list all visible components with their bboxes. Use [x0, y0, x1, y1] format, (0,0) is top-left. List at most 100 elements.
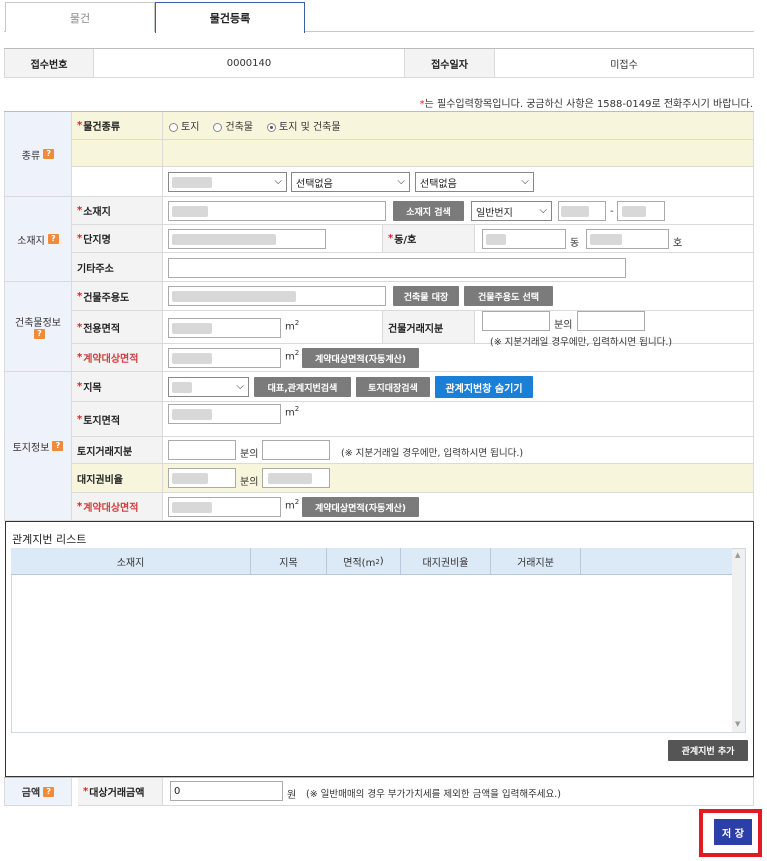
- section-type: 종류?: [4, 112, 72, 197]
- land-auto-calc-button[interactable]: 계약대상면적(자동계산): [302, 497, 419, 517]
- bldg-share-label: 건물거래지분: [383, 311, 475, 344]
- col-share: 거래지분: [491, 548, 581, 575]
- radio-icon: [213, 122, 223, 132]
- amount-unit: 원: [287, 790, 297, 801]
- land-ledger-search-button[interactable]: 토지대장검색: [356, 377, 430, 397]
- hide-related-lot-button[interactable]: 관계지번창 숨기기: [435, 376, 533, 398]
- radio-land[interactable]: 토지: [169, 118, 199, 133]
- bldg-contract-area-input[interactable]: [168, 348, 281, 368]
- bldg-use-select-button[interactable]: 건물주용도 선택: [464, 286, 553, 306]
- receipt-date-label: 접수일자: [405, 49, 495, 78]
- col-area: 면적(m 2): [327, 548, 401, 575]
- lot-main-input[interactable]: [558, 201, 606, 221]
- ho-input[interactable]: [586, 229, 669, 249]
- chevron-down-icon: ⌵: [274, 176, 282, 187]
- type-spacer: [163, 140, 754, 167]
- land-area-input[interactable]: [168, 404, 281, 424]
- help-icon[interactable]: ?: [52, 441, 64, 451]
- lot-type-select[interactable]: 일반번지 ⌵: [471, 201, 552, 221]
- scroll-up-icon[interactable]: ▲: [735, 551, 740, 559]
- type-label: 물건종류: [72, 112, 163, 140]
- bldg-contract-area-unit: m2: [285, 349, 300, 363]
- lot-sub-input[interactable]: [617, 201, 665, 221]
- lot-dash: -: [610, 206, 614, 217]
- tab-goods[interactable]: 물건: [5, 2, 155, 32]
- land-ratio-sep: 분의: [240, 477, 259, 488]
- section-land: 토지정보?: [4, 372, 72, 521]
- complex-input[interactable]: [168, 229, 326, 249]
- col-address: 소재지: [11, 548, 251, 575]
- tab-goods-register[interactable]: 물건등록: [155, 2, 305, 33]
- related-lot-table[interactable]: [11, 548, 746, 733]
- land-share-num-input[interactable]: [262, 440, 330, 460]
- amount-note: (※ 일반매매의 경우 부가가치세를 제외한 금액을 입력해주세요.): [306, 789, 562, 800]
- section-amount: 금액?: [4, 778, 72, 806]
- section-building: 건축물정보?: [4, 282, 72, 372]
- excl-area-label: 전용면적: [72, 311, 163, 344]
- addr-search-button[interactable]: 소재지 검색: [393, 201, 464, 221]
- land-area-unit: m2: [285, 405, 300, 419]
- help-icon[interactable]: ?: [34, 329, 45, 339]
- radio-building[interactable]: 건축물: [213, 118, 253, 133]
- land-ratio-num-input[interactable]: [262, 468, 330, 488]
- col-jimok: 지목: [251, 548, 327, 575]
- help-icon[interactable]: ?: [43, 149, 55, 159]
- amount-input[interactable]: 0: [170, 781, 283, 801]
- land-share-label: 토지거래지분: [72, 437, 163, 464]
- chevron-down-icon: ⌵: [521, 176, 529, 187]
- radio-land-and-building[interactable]: 토지 및 건축물: [267, 118, 341, 133]
- land-contract-area-unit: m2: [285, 498, 300, 512]
- bldg-ledger-button[interactable]: 건축물 대장: [393, 286, 459, 306]
- scroll-down-icon[interactable]: ▼: [735, 720, 740, 728]
- save-button[interactable]: 저 장: [714, 819, 752, 845]
- related-lot-title: 관계지번 리스트: [12, 533, 87, 546]
- related-lot-header: 소재지 지목 면적(m 2) 대지권비율 거래지분: [11, 548, 732, 575]
- land-ratio-label: 대지권비율: [72, 464, 163, 493]
- ho-unit: 호: [673, 238, 683, 249]
- radio-icon: [267, 122, 277, 132]
- land-contract-area-input[interactable]: [168, 497, 281, 517]
- add-related-lot-button[interactable]: 관계지번 추가: [668, 740, 748, 761]
- bldg-share-num-input[interactable]: [577, 311, 645, 331]
- etc-addr-input[interactable]: [168, 258, 626, 278]
- etc-addr-label: 기타주소: [72, 253, 163, 282]
- type-spacer: [72, 140, 163, 167]
- bldg-auto-calc-button[interactable]: 계약대상면적(자동계산): [302, 348, 419, 368]
- chevron-down-icon: ⌵: [236, 381, 244, 392]
- land-contract-area-label: 계약대상면적: [72, 493, 163, 521]
- chevron-down-icon: ⌵: [397, 176, 405, 187]
- addr-label: 소재지: [72, 197, 163, 225]
- type-select-3[interactable]: 선택없음 ⌵: [415, 172, 534, 192]
- bldg-share-denom-input[interactable]: [482, 311, 550, 331]
- receipt-no-value: 0000140: [94, 49, 405, 78]
- related-lot-scrollbar[interactable]: ▲ ▼: [732, 549, 745, 732]
- help-icon[interactable]: ?: [47, 234, 59, 244]
- receipt-no-label: 접수번호: [4, 49, 94, 78]
- dong-input[interactable]: [482, 229, 566, 249]
- dongho-label: 동/호: [383, 225, 475, 253]
- excl-area-unit: m2: [285, 319, 300, 333]
- jimok-label: 지목: [72, 372, 163, 402]
- receipt-date-value: 미접수: [495, 49, 754, 78]
- bldg-use-label: 건물주용도: [72, 282, 163, 311]
- help-icon[interactable]: ?: [43, 786, 55, 797]
- complex-label: 단지명: [72, 225, 163, 253]
- rep-related-lot-search-button[interactable]: 대표,관계지번검색: [254, 377, 351, 397]
- land-share-note: (※ 지분거래일 경우에만, 입력하시면 됩니다.): [341, 448, 524, 459]
- dong-unit: 동: [570, 238, 580, 249]
- jimok-select[interactable]: ⌵: [168, 377, 249, 397]
- bldg-use-input[interactable]: [168, 286, 386, 306]
- excl-area-input[interactable]: [168, 318, 281, 338]
- amount-label: 대상거래금액: [78, 778, 163, 806]
- radio-icon: [169, 122, 178, 132]
- type-select-1[interactable]: ⌵: [168, 172, 287, 192]
- land-share-denom-input[interactable]: [168, 440, 236, 460]
- tab-label: 물건등록: [209, 12, 251, 25]
- section-location: 소재지?: [4, 197, 72, 282]
- land-ratio-denom-input[interactable]: [168, 468, 236, 488]
- col-ratio: 대지권비율: [401, 548, 491, 575]
- addr-input[interactable]: [168, 201, 386, 221]
- chevron-down-icon: ⌵: [539, 205, 547, 216]
- bldg-share-sep: 분의: [554, 320, 573, 331]
- type-select-2[interactable]: 선택없음 ⌵: [291, 172, 410, 192]
